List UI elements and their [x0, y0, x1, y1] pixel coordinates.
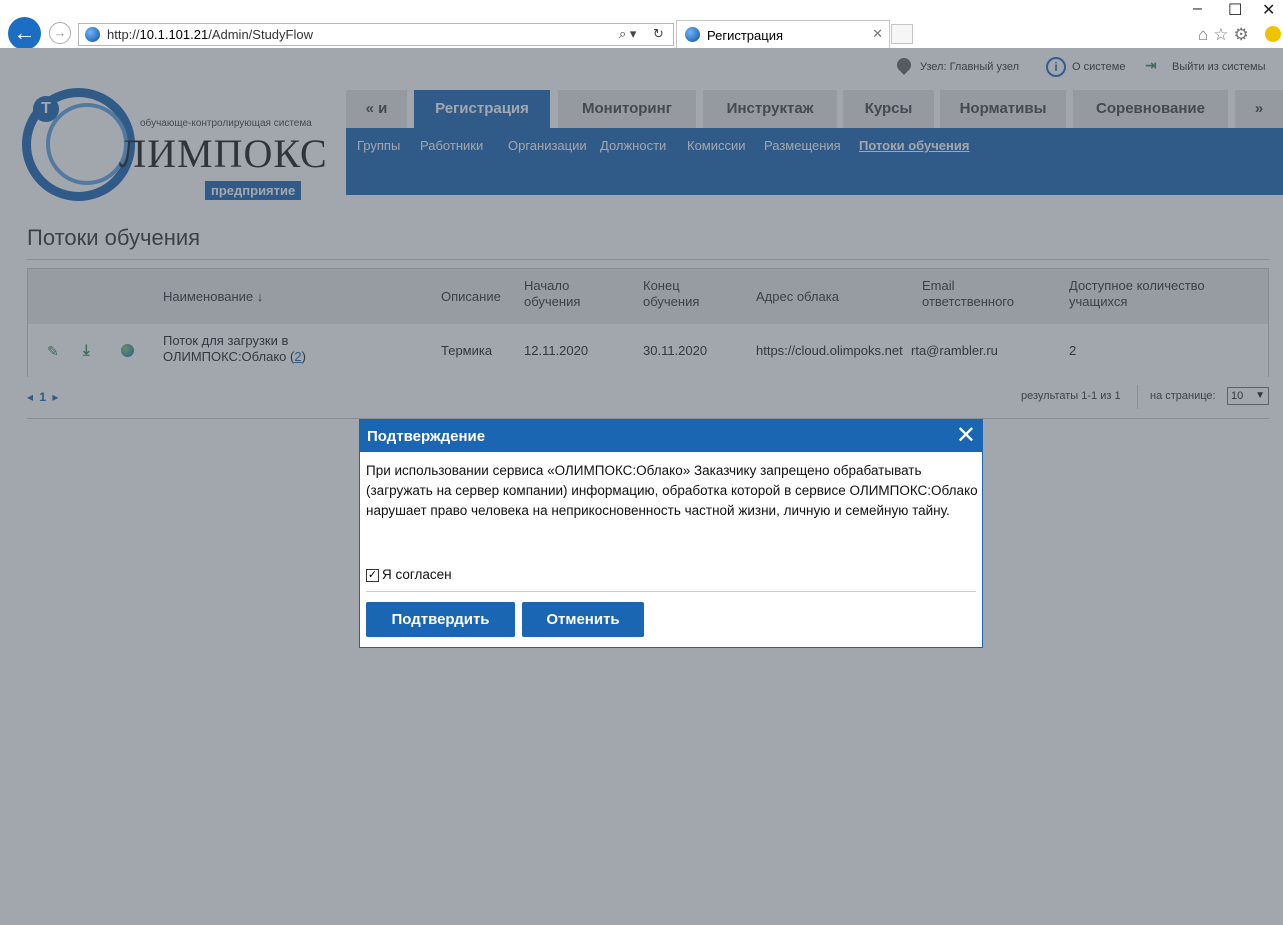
cancel-button[interactable]: Отменить: [522, 602, 644, 637]
confirmation-dialog: Подтверждение ✕ При использовании сервис…: [359, 419, 983, 648]
dialog-message: При использовании сервиса «ОЛИМПОКС:Обла…: [366, 463, 978, 518]
tab-globe-icon: [685, 27, 700, 42]
minimize-icon[interactable]: –: [1193, 0, 1202, 18]
close-icon[interactable]: ✕: [956, 422, 976, 450]
agree-checkbox[interactable]: ✓: [366, 569, 379, 582]
agree-checkbox-label[interactable]: Я согласен: [382, 567, 452, 582]
dialog-header: Подтверждение ✕: [360, 420, 982, 452]
new-tab-button[interactable]: [891, 24, 913, 44]
address-url[interactable]: http://10.1.101.21/Admin/StudyFlow: [107, 27, 313, 42]
dialog-divider: [366, 591, 976, 592]
restore-icon[interactable]: ☐: [1228, 0, 1242, 20]
back-arrow-icon[interactable]: ←: [8, 17, 41, 50]
address-bar[interactable]: http://10.1.101.21/Admin/StudyFlow ⌕ ▾ ↻: [78, 23, 674, 46]
browser-tab[interactable]: Регистрация ✕: [676, 20, 890, 48]
favorites-icon[interactable]: ☆: [1213, 25, 1233, 44]
dialog-title: Подтверждение: [367, 428, 486, 445]
feedback-smiley-icon[interactable]: [1265, 26, 1281, 42]
refresh-icon[interactable]: ↻: [653, 26, 664, 42]
browser-chrome: ← → http://10.1.101.21/Admin/StudyFlow ⌕…: [0, 0, 1283, 50]
settings-gear-icon[interactable]: ⚙: [1234, 25, 1254, 44]
tab-close-icon[interactable]: ✕: [872, 26, 883, 42]
site-globe-icon: [85, 27, 100, 42]
tab-title: Регистрация: [707, 28, 783, 43]
confirm-button[interactable]: Подтвердить: [366, 602, 515, 637]
home-icon[interactable]: ⌂: [1198, 25, 1213, 44]
window-close-icon[interactable]: ✕: [1262, 0, 1275, 20]
forward-arrow-icon[interactable]: →: [49, 22, 71, 44]
toolbar-icons[interactable]: ⌂☆⚙: [1198, 25, 1254, 45]
search-icon[interactable]: ⌕ ▾: [619, 26, 636, 42]
